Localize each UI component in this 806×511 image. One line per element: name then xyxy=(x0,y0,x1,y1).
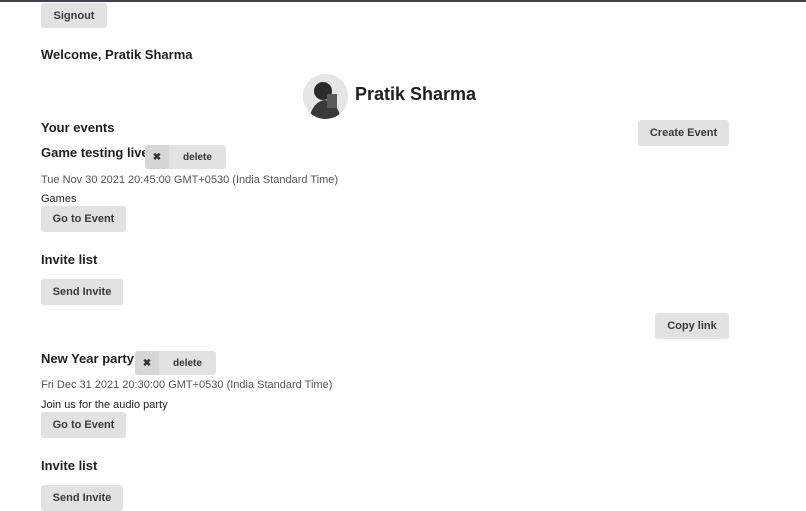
your-events-heading: Your events xyxy=(41,120,115,135)
go-to-event-button[interactable]: Go to Event xyxy=(41,206,126,232)
invite-list-heading: Invite list xyxy=(41,458,98,473)
go-to-event-button[interactable]: Go to Event xyxy=(41,412,126,438)
avatar xyxy=(303,74,348,119)
profile-name: Pratik Sharma xyxy=(355,84,477,104)
event-date: Fri Dec 31 2021 20:30:00 GMT+0530 (India… xyxy=(41,379,333,391)
send-invite-button[interactable]: Send Invite xyxy=(41,485,123,511)
event-description: Games xyxy=(41,193,77,205)
event-description: Join us for the audio party xyxy=(41,399,168,411)
copy-link-button[interactable]: Copy link xyxy=(655,313,729,339)
delete-label: delete xyxy=(173,357,202,369)
delete-event-button[interactable]: ✖ delete xyxy=(135,351,216,375)
close-icon: ✖ xyxy=(135,351,159,375)
event-date: Tue Nov 30 2021 20:45:00 GMT+0530 (India… xyxy=(41,174,339,186)
send-invite-button[interactable]: Send Invite xyxy=(41,279,123,305)
event-name: Game testing live xyxy=(41,145,149,160)
event-name: New Year party xyxy=(41,351,134,366)
avatar-image xyxy=(303,74,348,119)
welcome-heading: Welcome, Pratik Sharma xyxy=(41,47,193,62)
delete-event-button[interactable]: ✖ delete xyxy=(145,145,226,169)
create-event-button[interactable]: Create Event xyxy=(638,120,729,146)
close-icon: ✖ xyxy=(145,145,169,169)
top-bar xyxy=(0,0,806,2)
delete-label: delete xyxy=(183,151,212,163)
signout-button[interactable]: Signout xyxy=(41,3,107,28)
invite-list-heading: Invite list xyxy=(41,252,98,267)
